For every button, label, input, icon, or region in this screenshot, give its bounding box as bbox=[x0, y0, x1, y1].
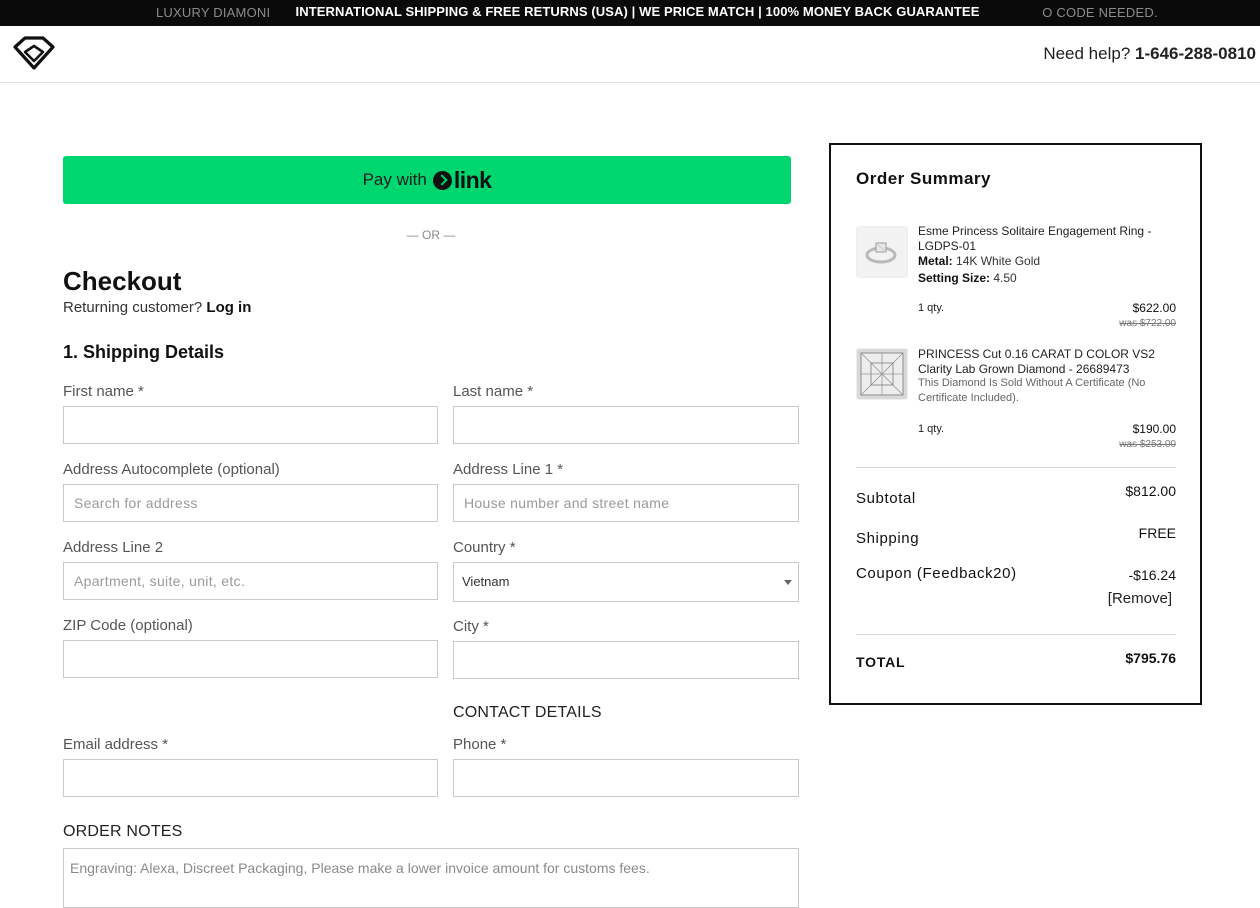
link-arrow-icon bbox=[432, 170, 452, 190]
country-value: Vietnam bbox=[462, 574, 510, 589]
login-link[interactable]: Log in bbox=[206, 299, 251, 316]
coupon-label: Coupon (Feedback20) bbox=[856, 565, 1017, 582]
email-field[interactable] bbox=[63, 759, 438, 797]
diamond-logo-icon[interactable] bbox=[11, 35, 57, 71]
pay-with-label: Pay with bbox=[362, 170, 427, 189]
site-header: Need help? 1-646-288-0810 bbox=[0, 26, 1260, 83]
item-2-certificate-note: This Diamond Is Sold Without A Certifica… bbox=[918, 377, 1146, 404]
address-line1-input[interactable] bbox=[453, 484, 799, 522]
address-line2-input[interactable] bbox=[63, 562, 438, 600]
item-1-price: $622.00 bbox=[1132, 301, 1176, 315]
item-2-was-price: was $253.00 bbox=[1119, 439, 1176, 450]
item-1-size-value: 4.50 bbox=[993, 271, 1017, 285]
total-label: TOTAL bbox=[856, 654, 906, 670]
address-autocomplete-label: Address Autocomplete (optional) bbox=[63, 461, 280, 478]
item-1-metal: Metal: 14K White Gold bbox=[918, 254, 1040, 268]
zip-label: ZIP Code (optional) bbox=[63, 617, 193, 634]
country-label: Country * bbox=[453, 539, 516, 556]
total-value: $795.76 bbox=[1125, 650, 1176, 666]
page-title: Checkout bbox=[63, 266, 182, 296]
diamond-thumbnail-icon bbox=[856, 348, 908, 400]
returning-customer: Returning customer? Log in bbox=[63, 299, 251, 316]
announcement-text: INTERNATIONAL SHIPPING & FREE RETURNS (U… bbox=[295, 4, 980, 19]
order-notes-heading: ORDER NOTES bbox=[63, 823, 183, 840]
contact-details-heading: CONTACT DETAILS bbox=[453, 704, 602, 721]
first-name-label: First name * bbox=[63, 383, 144, 400]
shipping-value: FREE bbox=[1138, 525, 1176, 541]
city-label: City * bbox=[453, 618, 489, 635]
last-name-label: Last name * bbox=[453, 383, 534, 400]
address-autocomplete-input[interactable] bbox=[63, 484, 438, 522]
item-1-was-price: was $722.00 bbox=[1119, 318, 1176, 329]
help-phone-link[interactable]: 1-646-288-0810 bbox=[1135, 44, 1256, 63]
help-label: Need help? bbox=[1043, 44, 1131, 63]
shipping-heading: 1. Shipping Details bbox=[63, 342, 225, 362]
address-line2-label: Address Line 2 bbox=[63, 539, 164, 556]
remove-coupon-link[interactable]: [Remove] bbox=[1108, 590, 1172, 607]
item-1-metal-label: Metal: bbox=[918, 254, 953, 268]
email-label: Email address * bbox=[63, 736, 169, 753]
item-1-qty: 1 qty. bbox=[918, 302, 945, 314]
item-1-metal-value: 14K White Gold bbox=[956, 254, 1041, 268]
subtotal-label: Subtotal bbox=[856, 490, 916, 507]
order-notes-textarea[interactable] bbox=[63, 848, 799, 908]
address-line1-label: Address Line 1 * bbox=[453, 461, 564, 478]
ring-thumbnail-icon bbox=[856, 226, 908, 278]
zip-input[interactable] bbox=[63, 640, 438, 678]
item-1-size-label: Setting Size: bbox=[918, 271, 991, 285]
announcement-bar: LUXURY DIAMONI O CODE NEEDED. INTERNATION… bbox=[0, 0, 1260, 26]
item-1-size: Setting Size: 4.50 bbox=[918, 271, 1017, 285]
pay-with-link-button[interactable]: Pay with link bbox=[63, 156, 791, 204]
subtotal-value: $812.00 bbox=[1125, 483, 1176, 499]
phone-label: Phone * bbox=[453, 736, 507, 753]
item-2-name: PRINCESS Cut 0.16 CARAT D COLOR VS2 Clar… bbox=[918, 347, 1155, 376]
item-2-price: $190.00 bbox=[1132, 422, 1176, 436]
shipping-label: Shipping bbox=[856, 530, 920, 547]
or-separator: — OR — bbox=[406, 228, 456, 242]
item-2-qty: 1 qty. bbox=[918, 423, 945, 435]
chevron-down-icon bbox=[784, 580, 792, 585]
returning-label: Returning customer? bbox=[63, 299, 203, 316]
phone-field[interactable] bbox=[453, 759, 799, 797]
summary-divider-total bbox=[856, 634, 1176, 635]
order-summary-panel: Order Summary Esme Princess Solitaire En… bbox=[829, 143, 1202, 705]
city-input[interactable] bbox=[453, 641, 799, 679]
country-select[interactable]: Vietnam bbox=[453, 562, 799, 602]
coupon-value: -$16.24 bbox=[1128, 567, 1176, 583]
help-contact: Need help? 1-646-288-0810 bbox=[1043, 44, 1256, 64]
last-name-field[interactable] bbox=[453, 406, 799, 444]
link-brand-label: link bbox=[453, 166, 492, 193]
first-name-field[interactable] bbox=[63, 406, 438, 444]
item-1-name: Esme Princess Solitaire Engagement Ring … bbox=[918, 224, 1152, 253]
order-summary-title: Order Summary bbox=[856, 169, 991, 188]
summary-divider bbox=[856, 467, 1176, 468]
